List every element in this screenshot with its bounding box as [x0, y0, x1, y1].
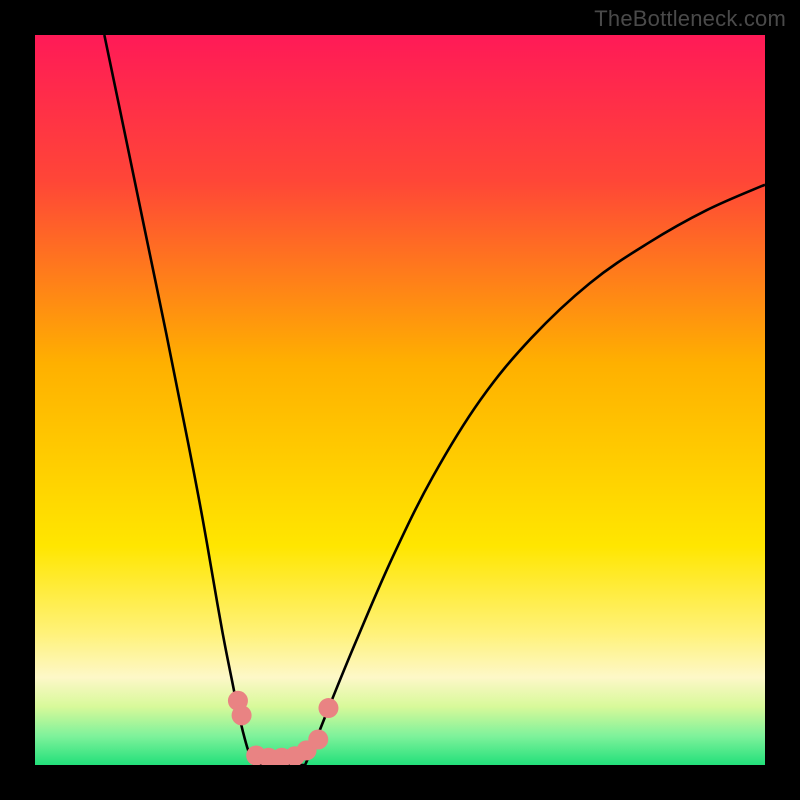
gradient-background — [35, 35, 765, 765]
marker-dot — [308, 729, 328, 749]
chart-frame: TheBottleneck.com — [0, 0, 800, 800]
plot-svg — [35, 35, 765, 765]
watermark-text: TheBottleneck.com — [594, 6, 786, 32]
marker-dot — [318, 698, 338, 718]
marker-dot — [232, 705, 252, 725]
plot-area — [35, 35, 765, 765]
